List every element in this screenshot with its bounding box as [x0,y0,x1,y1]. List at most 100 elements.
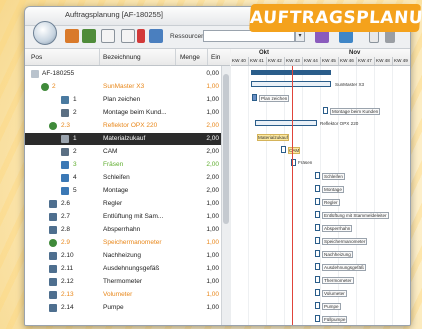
gantt-bar-montage-kunden[interactable] [323,107,328,114]
table-row[interactable]: 5 Montage 2,00 [25,185,221,197]
part-icon [49,291,57,299]
table-row[interactable]: 2.6 Regler 1,00 [25,198,221,210]
gantt-bar-montage[interactable] [315,185,320,192]
today-marker [292,66,293,325]
dropdown-arrow-icon[interactable] [137,29,145,43]
milling-icon [61,161,69,169]
month-label: Nov [349,50,361,56]
week-label: KW 42 [268,58,282,63]
part-icon [49,213,57,221]
week-label: KW 47 [358,58,372,63]
gantt-bar-fuellpumpe[interactable] [315,315,320,322]
table-row[interactable]: 2.14 Pumpe 1,00 [25,302,221,314]
week-label: KW 48 [376,58,390,63]
week-label: KW 44 [304,58,318,63]
col-menge[interactable]: Menge [180,54,200,61]
window-title: Auftragsplanung [AF-180255] [65,10,163,19]
grid-scrollbar[interactable] [221,66,231,325]
gantt-bar-speicher[interactable] [315,237,320,244]
week-label: KW 49 [394,58,408,63]
gantt-label: Montage beim Kunden [330,108,381,115]
gantt-bar-volumeter[interactable] [315,289,320,296]
table-row[interactable]: 2 CAM 2,00 [25,146,221,158]
gantt-label: SunMaster X3 [335,82,365,87]
table-row[interactable]: 2.13 Volumeter 1,00 [25,289,221,301]
gantt-bar-schleifen[interactable] [315,172,320,179]
assembly-icon [61,109,69,117]
order-root-icon [31,70,39,78]
table-row[interactable]: 2.12 Thermometer 1,00 [25,276,221,288]
table-row-selected[interactable]: 1 Materialzukauf 2,00 [25,133,221,145]
position-grid: AF-180255 0,00 2 SunMaster X3 1,00 1 Pla… [25,66,230,325]
gantt-label: CAM [288,147,301,154]
table-row[interactable]: 4 Schleifen 2,00 [25,172,221,184]
gantt-label: Absperrhahn [322,225,353,232]
gantt-label: Ausdehnungsgefäß [322,264,366,271]
gantt-chart: SunMaster X3 Plan zeichen Montage beim K… [231,66,410,325]
table-row[interactable]: 2.10 Nachheizung 1,00 [25,250,221,262]
purchase-icon [61,135,69,143]
gantt-bar-order[interactable] [251,70,331,75]
product-icon [49,122,57,130]
gantt-label: Materialzukauf [257,134,289,141]
app-logo-icon[interactable] [33,21,57,45]
gantt-label: Schleifen [322,173,345,180]
week-label: KW 41 [250,58,264,63]
table-row[interactable]: 3 Fräsen 2,00 [25,159,221,171]
gantt-bar-regler[interactable] [315,198,320,205]
schedule-icon[interactable] [149,29,163,43]
order-icon[interactable] [65,29,79,43]
gantt-bar-cam[interactable] [281,146,286,153]
refresh-icon[interactable] [82,29,96,43]
week-label: KW 43 [286,58,300,63]
table-row[interactable]: 2.7 Entlüftung mit Sam... 1,00 [25,211,221,223]
app-window: Auftragsplanung [AF-180255] Ressourcen: … [24,6,411,326]
gantt-label: Nachheizung [322,251,353,258]
gantt-header: Okt Nov KW 40 KW 41 KW 42 KW 43 KW 44 KW… [231,49,410,66]
document-icon[interactable] [101,29,115,43]
col-bezeichnung[interactable]: Bezeichnung [103,54,141,61]
filter-icon[interactable] [121,29,135,43]
part-icon [49,226,57,234]
grinding-icon [61,174,69,182]
part-icon [49,252,57,260]
part-icon [49,278,57,286]
product-icon [41,83,49,91]
table-row[interactable]: 2.3 Reflektor OPX 220 2,00 [25,120,221,132]
scrollbar-thumb[interactable] [223,74,229,224]
gantt-label: Fräsen [298,160,313,165]
table-row[interactable]: 2.9 Speichermanometer 1,00 [25,237,221,249]
product-icon [49,239,57,247]
gantt-bar-reflektor[interactable] [255,120,317,126]
col-pos[interactable]: Pos [31,54,42,61]
table-row[interactable]: AF-180255 0,00 [25,68,221,80]
part-icon [49,200,57,208]
table-row[interactable]: 2.11 Ausdehnungsgefäß 1,00 [25,263,221,275]
gantt-label: Speichermanometer [322,238,368,245]
week-label: KW 45 [322,58,336,63]
table-row[interactable]: 2 SunMaster X3 1,00 [25,81,221,93]
page-banner: AUFTRAGSPLANUNG [249,4,422,32]
table-row[interactable]: 2 Montage beim Kund... 1,00 [25,107,221,119]
gantt-bar-plan[interactable] [252,94,257,101]
col-ein[interactable]: Ein [211,54,220,61]
week-label: KW 40 [232,58,246,63]
gantt-label: Reflektor OPX 220 [320,121,359,126]
part-icon [49,265,57,273]
plan-icon [61,96,69,104]
month-label: Okt [259,50,270,56]
table-row[interactable]: 1 Plan zeichen 1,00 [25,94,221,106]
gantt-bar-thermometer[interactable] [315,276,320,283]
gantt-label: Entlüftung mit Stammeldeleiter [322,212,389,219]
table-row[interactable]: 2.8 Absperrhahn 1,00 [25,224,221,236]
ressourcen-label: Ressourcen: [170,33,207,40]
gantt-bar-absperrhahn[interactable] [315,224,320,231]
gantt-label: Pumpe [322,303,341,310]
gantt-bar-pumpe[interactable] [315,302,320,309]
gantt-label: Montage [322,186,344,193]
gantt-label: Plan zeichen [259,95,290,102]
gantt-bar-ausdehnung[interactable] [315,263,320,270]
gantt-bar-entlueftung[interactable] [315,211,320,218]
gantt-bar-sunmaster[interactable] [251,81,331,87]
gantt-bar-nachheizung[interactable] [315,250,320,257]
